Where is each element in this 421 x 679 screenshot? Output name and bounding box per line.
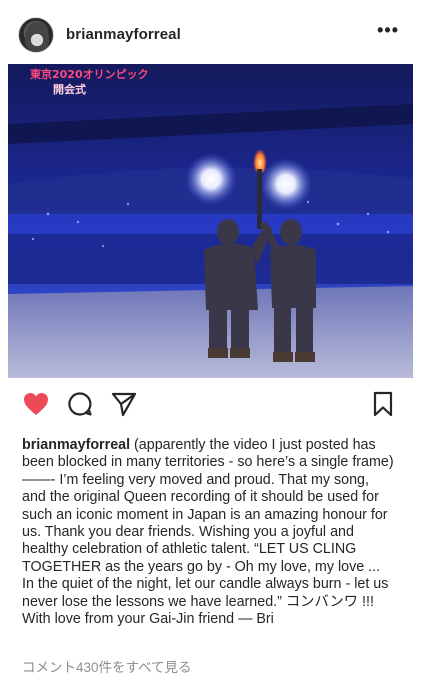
action-bar bbox=[0, 384, 421, 424]
broadcast-overlay-line1: 東京2020オリンピック bbox=[30, 67, 149, 81]
paper-plane-icon[interactable] bbox=[110, 390, 138, 418]
caption-author-link[interactable]: brianmayforreal bbox=[22, 437, 130, 453]
view-all-comments-link[interactable]: コメント430件をすべて見る bbox=[22, 656, 192, 676]
post-header: brianmayforreal ••• bbox=[0, 0, 421, 62]
broadcast-overlay-line2: 開会式 bbox=[53, 82, 86, 96]
post-photo[interactable]: 東京2020オリンピック 開会式 bbox=[8, 64, 413, 378]
bookmark-icon[interactable] bbox=[369, 390, 397, 418]
post-caption: brianmayforreal (apparently the video I … bbox=[22, 437, 394, 628]
heart-icon[interactable] bbox=[22, 390, 50, 418]
caption-text: (apparently the video I just posted has … bbox=[22, 437, 394, 628]
more-options-icon[interactable]: ••• bbox=[377, 20, 399, 41]
comment-icon[interactable] bbox=[66, 390, 94, 418]
username-link[interactable]: brianmayforreal bbox=[66, 26, 181, 43]
avatar[interactable] bbox=[18, 17, 54, 53]
